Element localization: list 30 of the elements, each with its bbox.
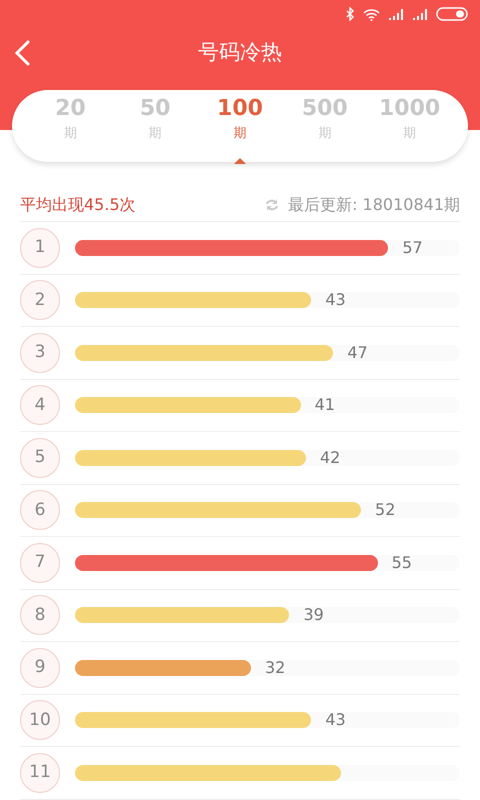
number-ball: 9: [20, 648, 60, 688]
signal-icon: [412, 8, 428, 20]
count-text: 52: [375, 502, 396, 518]
signal-icon: [388, 8, 404, 20]
number-ball: 6: [20, 490, 60, 530]
number-ball: 8: [20, 595, 60, 636]
count-text: 43: [325, 712, 346, 728]
page-title: 号码冷热: [198, 39, 282, 66]
battery-icon: [436, 7, 468, 21]
count-text: 41: [314, 397, 335, 414]
number-ball: 11: [20, 752, 60, 793]
count-text: 57: [402, 240, 423, 256]
number-ball: 2: [20, 280, 60, 320]
count-text: 39: [303, 607, 324, 624]
count-text: 47: [347, 344, 368, 361]
wifi-icon: [363, 8, 380, 20]
period-tab[interactable]: 100 期: [198, 90, 282, 162]
number-ball: 7: [20, 542, 60, 583]
number-ball: 4: [20, 385, 60, 426]
count-text: 55: [392, 554, 412, 571]
last-update-text: 最后更新: 18010841期: [288, 194, 460, 216]
count-text: 42: [320, 450, 340, 466]
number-ball: 3: [20, 332, 60, 373]
count-text: 43: [325, 292, 346, 308]
number-ball: 5: [20, 438, 60, 478]
count-text: 32: [264, 660, 286, 676]
average-text: 平均出现45.5次: [20, 194, 136, 216]
bluetooth-icon: [346, 7, 355, 21]
number-ball: 1: [20, 228, 60, 268]
number-ball: 10: [20, 700, 60, 740]
